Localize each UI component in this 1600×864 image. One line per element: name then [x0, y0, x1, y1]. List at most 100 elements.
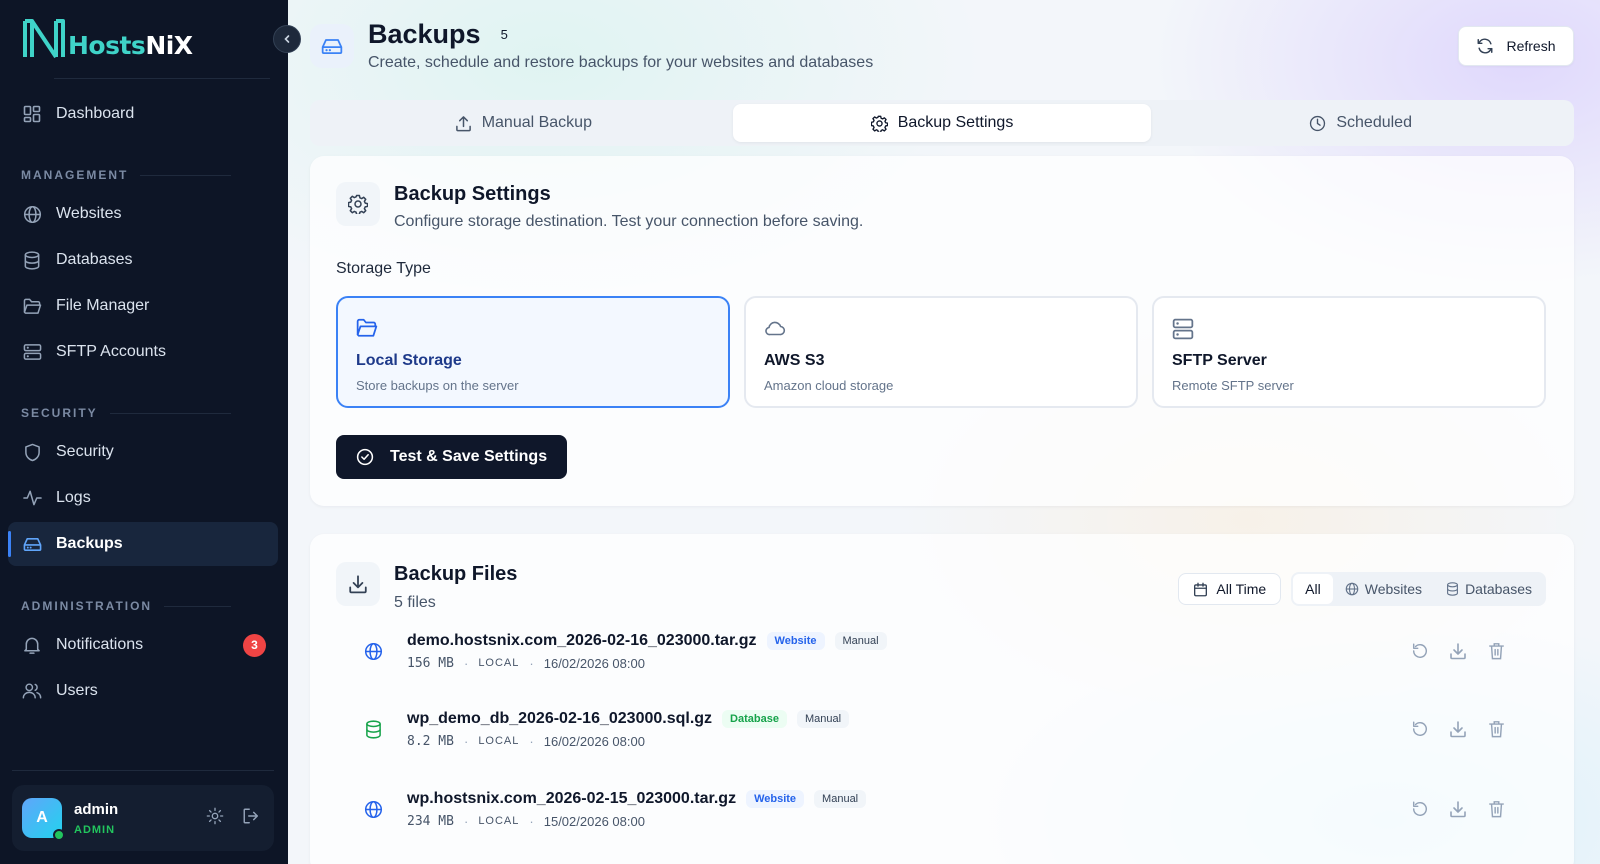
storage-type-label: Storage Type: [336, 260, 431, 277]
logo-text-part1: Hosts: [68, 31, 146, 60]
tab-label: Backup Settings: [897, 114, 1014, 131]
file-meta: 8.2 MB · LOCAL · 16/02/2026 08:00: [407, 734, 849, 749]
gear-icon[interactable]: [206, 807, 224, 830]
logout-icon[interactable]: [242, 807, 260, 830]
sidebar-item-logs[interactable]: Logs: [8, 476, 278, 520]
restore-icon[interactable]: [1410, 719, 1430, 739]
trash-icon[interactable]: [1486, 719, 1506, 739]
user-name: admin: [74, 800, 119, 818]
download-icon[interactable]: [1448, 799, 1468, 819]
file-mode-badge: Manual: [834, 631, 887, 650]
shield-icon: [22, 442, 42, 462]
database-icon: [1447, 582, 1459, 596]
storage-option-aws-s3[interactable]: AWS S3 Amazon cloud storage: [744, 296, 1138, 408]
restore-icon[interactable]: [1410, 799, 1430, 819]
database-icon: [22, 250, 42, 270]
row-actions: [1410, 799, 1506, 819]
refresh-label: Refresh: [1506, 38, 1556, 54]
restore-icon[interactable]: [1410, 641, 1430, 661]
sidebar-item-notifications[interactable]: Notifications 3: [8, 623, 278, 667]
tab-scheduled[interactable]: Scheduled: [1151, 104, 1570, 142]
online-status-dot: [53, 829, 65, 841]
tab-manual-backup[interactable]: Manual Backup: [314, 104, 733, 142]
page-icon: [310, 24, 354, 68]
backup-files-card: Backup Files 5 files All Time All Websit…: [310, 534, 1574, 864]
test-save-settings-button[interactable]: Test & Save Settings: [336, 435, 567, 479]
file-meta: 234 MB · LOCAL · 15/02/2026 08:00: [407, 814, 866, 829]
chevron-left-icon: [284, 35, 290, 43]
folder-open-icon: [356, 318, 710, 340]
file-size: 234 MB: [407, 813, 454, 829]
storage-option-description: Amazon cloud storage: [764, 378, 894, 393]
file-type-badge: Website: [766, 631, 825, 650]
storage-option-title: SFTP Server: [1172, 352, 1267, 369]
backup-settings-card: Backup Settings Configure storage destin…: [310, 156, 1574, 506]
sidebar-item-label: Websites: [56, 205, 122, 222]
file-date: 15/02/2026 08:00: [543, 813, 645, 829]
backup-file-row[interactable]: demo.hostsnix.com_2026-02-16_023000.tar.…: [336, 616, 1546, 686]
hard-drive-icon: [321, 39, 343, 55]
filter-websites[interactable]: Websites: [1333, 574, 1434, 604]
notifications-count-badge: 3: [243, 633, 266, 657]
user-info: admin ADMIN: [74, 801, 118, 836]
sidebar-item-label: Dashboard: [56, 105, 135, 122]
trash-icon[interactable]: [1486, 799, 1506, 819]
meta-separator: ·: [463, 655, 469, 671]
sidebar-item-backups[interactable]: Backups: [8, 522, 278, 566]
sidebar-item-users[interactable]: Users: [8, 669, 278, 713]
download-icon[interactable]: [1448, 719, 1468, 739]
storage-option-sftp[interactable]: SFTP Server Remote SFTP server: [1152, 296, 1546, 408]
filter-all[interactable]: All: [1293, 574, 1333, 604]
sidebar-item-websites[interactable]: Websites: [8, 192, 278, 236]
section-label-security: SECURITY: [21, 406, 231, 420]
file-info: wp.hostsnix.com_2026-02-15_023000.tar.gz…: [407, 789, 867, 829]
file-location: LOCAL: [478, 815, 520, 827]
avatar[interactable]: A: [22, 798, 65, 841]
file-size: 8.2 MB: [407, 733, 454, 749]
meta-separator: ·: [529, 733, 534, 749]
storage-option-description: Remote SFTP server: [1172, 378, 1294, 393]
sidebar-item-security[interactable]: Security: [8, 430, 278, 474]
tab-label: Scheduled: [1336, 114, 1412, 131]
sidebar-item-label: File Manager: [56, 297, 150, 314]
storage-option-description: Store backups on the server: [356, 378, 519, 393]
file-name-line: demo.hostsnix.com_2026-02-16_023000.tar.…: [407, 631, 887, 650]
database-icon: [356, 712, 390, 746]
backup-file-row[interactable]: wp_demo_db_2026-02-16_023000.sql.gz Data…: [336, 694, 1546, 764]
main-content: Backups 5 Create, schedule and restore b…: [288, 0, 1600, 864]
sidebar-item-sftp-accounts[interactable]: SFTP Accounts: [8, 330, 278, 374]
sidebar-item-file-manager[interactable]: File Manager: [8, 284, 278, 328]
card-description: Configure storage destination. Test your…: [394, 213, 864, 230]
download-icon[interactable]: [1448, 641, 1468, 661]
date-filter-button[interactable]: All Time: [1178, 573, 1282, 605]
meta-separator: ·: [463, 733, 469, 749]
file-type-badge: Website: [746, 789, 805, 808]
avatar-initial: A: [36, 809, 48, 826]
sidebar-item-databases[interactable]: Databases: [8, 238, 278, 282]
refresh-button[interactable]: Refresh: [1458, 26, 1574, 66]
sidebar-collapse-button[interactable]: [273, 25, 301, 53]
storage-option-local[interactable]: Local Storage Store backups on the serve…: [336, 296, 730, 408]
file-date: 16/02/2026 08:00: [543, 655, 645, 671]
backup-file-row[interactable]: wp.hostsnix.com_2026-02-15_023000.tar.gz…: [336, 774, 1546, 844]
logo[interactable]: HostsNiX: [22, 18, 193, 60]
sidebar-item-label: Users: [56, 682, 98, 699]
file-size: 156 MB: [407, 655, 454, 671]
users-icon: [22, 681, 42, 701]
sidebar-item-dashboard[interactable]: Dashboard: [8, 92, 278, 136]
trash-icon[interactable]: [1486, 641, 1506, 661]
globe-icon: [1345, 582, 1359, 596]
gear-icon: [348, 194, 368, 214]
meta-separator: ·: [463, 813, 469, 829]
globe-icon: [356, 634, 390, 668]
tab-label: Manual Backup: [481, 114, 592, 131]
card-icon: [336, 562, 380, 606]
filter-label: Websites: [1364, 581, 1423, 597]
filter-databases[interactable]: Databases: [1434, 574, 1544, 604]
server-icon: [22, 342, 42, 362]
file-name: demo.hostsnix.com_2026-02-16_023000.tar.…: [407, 631, 757, 649]
gear-icon: [870, 115, 888, 132]
file-meta: 156 MB · LOCAL · 16/02/2026 08:00: [407, 656, 887, 671]
file-mode-badge: Manual: [796, 709, 850, 728]
tab-backup-settings[interactable]: Backup Settings: [732, 104, 1152, 142]
